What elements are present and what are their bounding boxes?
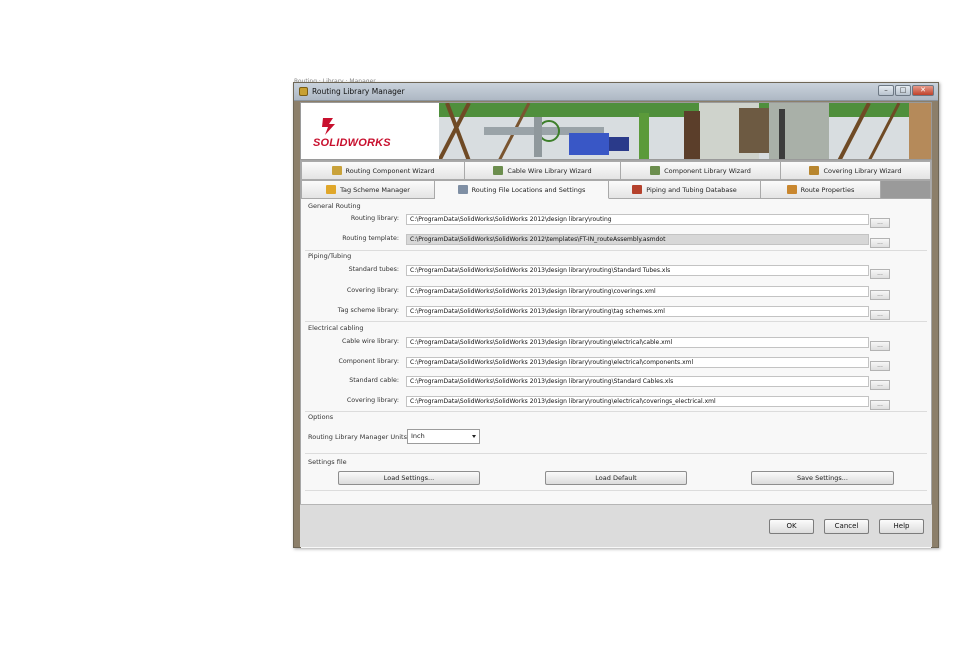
component-library-label: Component library: xyxy=(338,358,399,365)
file-settings-icon xyxy=(457,185,468,194)
tag-scheme-icon xyxy=(326,185,337,194)
tab-row-top: Routing Component Wizard Cable Wire Libr… xyxy=(301,161,931,180)
load-default-button[interactable]: Load Default xyxy=(545,471,687,485)
tab-label: Routing Component Wizard xyxy=(345,166,435,175)
title-bar: Routing Library Manager – □ ✕ xyxy=(294,83,938,101)
tab-route-properties[interactable]: Route Properties xyxy=(761,180,881,199)
routing-library-browse-button[interactable]: ... xyxy=(870,218,890,228)
window-title: Routing Library Manager xyxy=(312,87,405,96)
ds-logo-icon xyxy=(322,118,335,135)
piping-render-image xyxy=(439,103,931,159)
electrical-covering-library-label: Covering library: xyxy=(346,397,399,404)
tab-label: Route Properties xyxy=(800,185,855,194)
routing-template-field[interactable]: C:\ProgramData\SolidWorks\SolidWorks 201… xyxy=(406,234,869,245)
tab-cable-wire-library-wizard[interactable]: Cable Wire Library Wizard xyxy=(465,161,621,180)
minimize-button[interactable]: – xyxy=(878,85,894,96)
row-cable-wire-library: Cable wire library: C:\ProgramData\Solid… xyxy=(301,337,931,351)
covering-library-icon xyxy=(809,166,820,175)
cancel-button[interactable]: Cancel xyxy=(824,519,869,534)
standard-tubes-field[interactable]: C:\ProgramData\SolidWorks\SolidWorks 201… xyxy=(406,265,869,276)
tab-label: Piping and Tubing Database xyxy=(646,185,737,194)
chevron-down-icon xyxy=(472,435,476,438)
standard-cable-label: Standard cable: xyxy=(349,377,399,384)
routing-library-manager-window: Routing Library Manager – □ ✕ SOLIDWORKS xyxy=(293,82,939,548)
routing-template-browse-button[interactable]: ... xyxy=(870,238,890,248)
component-library-field[interactable]: C:\ProgramData\SolidWorks\SolidWorks 201… xyxy=(406,357,869,368)
units-dropdown[interactable]: Inch xyxy=(407,429,480,444)
logo-text: SOLIDWORKS xyxy=(313,137,391,149)
electrical-covering-library-field[interactable]: C:\ProgramData\SolidWorks\SolidWorks 201… xyxy=(406,396,869,407)
standard-cable-browse-button[interactable]: ... xyxy=(870,380,890,390)
window-controls: – □ ✕ xyxy=(877,85,934,97)
electrical-covering-library-browse-button[interactable]: ... xyxy=(870,400,890,410)
standard-tubes-browse-button[interactable]: ... xyxy=(870,269,890,279)
file-locations-content: General Routing Routing library: C:\Prog… xyxy=(301,199,931,548)
row-covering-library: Covering library: C:\ProgramData\SolidWo… xyxy=(301,286,931,300)
route-properties-icon xyxy=(786,185,797,194)
maximize-button[interactable]: □ xyxy=(895,85,911,96)
tab-piping-and-tubing-database[interactable]: Piping and Tubing Database xyxy=(609,180,761,199)
separator xyxy=(305,411,927,412)
solidworks-logo: SOLIDWORKS xyxy=(309,115,419,151)
piping-database-icon xyxy=(632,185,643,194)
help-button[interactable]: Help xyxy=(879,519,924,534)
covering-library-field[interactable]: C:\ProgramData\SolidWorks\SolidWorks 201… xyxy=(406,286,869,297)
cable-wire-library-label: Cable wire library: xyxy=(341,338,399,345)
tab-tag-scheme-manager[interactable]: Tag Scheme Manager xyxy=(301,180,435,199)
tab-label: Routing File Locations and Settings xyxy=(471,185,586,194)
cable-wire-icon xyxy=(493,166,504,175)
load-settings-button[interactable]: Load Settings... xyxy=(338,471,480,485)
app-icon xyxy=(299,87,308,96)
tag-scheme-library-label: Tag scheme library: xyxy=(337,307,399,314)
cable-wire-library-browse-button[interactable]: ... xyxy=(870,341,890,351)
tab-row-bottom: Tag Scheme Manager Routing File Location… xyxy=(301,180,931,199)
row-component-library: Component library: C:\ProgramData\SolidW… xyxy=(301,357,931,371)
row-routing-library: Routing library: C:\ProgramData\SolidWor… xyxy=(301,214,931,228)
group-settings-file: Settings file xyxy=(308,458,347,466)
component-library-icon xyxy=(650,166,661,175)
tab-component-library-wizard[interactable]: Component Library Wizard xyxy=(621,161,781,180)
group-general-routing: General Routing xyxy=(308,202,361,210)
tag-scheme-library-browse-button[interactable]: ... xyxy=(870,310,890,320)
routing-library-field[interactable]: C:\ProgramData\SolidWorks\SolidWorks 201… xyxy=(406,214,869,225)
routing-library-label: Routing library: xyxy=(350,215,399,222)
save-settings-button[interactable]: Save Settings... xyxy=(751,471,894,485)
covering-library-label: Covering library: xyxy=(346,287,399,294)
tab-routing-component-wizard[interactable]: Routing Component Wizard xyxy=(301,161,465,180)
banner: SOLIDWORKS xyxy=(300,102,932,160)
row-tag-scheme-library: Tag scheme library: C:\ProgramData\Solid… xyxy=(301,306,931,320)
standard-cable-field[interactable]: C:\ProgramData\SolidWorks\SolidWorks 201… xyxy=(406,376,869,387)
tab-filler xyxy=(881,180,931,199)
separator xyxy=(305,250,927,251)
units-value: Inch xyxy=(411,432,425,440)
tag-scheme-library-field[interactable]: C:\ProgramData\SolidWorks\SolidWorks 201… xyxy=(406,306,869,317)
component-library-browse-button[interactable]: ... xyxy=(870,361,890,371)
row-standard-tubes: Standard tubes: C:\ProgramData\SolidWork… xyxy=(301,265,931,279)
dialog-footer: OK Cancel Help xyxy=(300,504,932,547)
tab-label: Component Library Wizard xyxy=(664,166,751,175)
ok-button[interactable]: OK xyxy=(769,519,814,534)
tab-routing-file-locations-and-settings[interactable]: Routing File Locations and Settings xyxy=(435,180,609,199)
covering-library-browse-button[interactable]: ... xyxy=(870,290,890,300)
group-piping-tubing: Piping/Tubing xyxy=(308,252,352,260)
component-wizard-icon xyxy=(331,166,342,175)
group-electrical-cabling: Electrical cabling xyxy=(308,324,364,332)
tab-label: Cable Wire Library Wizard xyxy=(507,166,592,175)
main-panel: Routing Component Wizard Cable Wire Libr… xyxy=(300,160,932,548)
group-options: Options xyxy=(308,413,334,421)
separator xyxy=(305,321,927,322)
close-button[interactable]: ✕ xyxy=(912,85,934,96)
units-label: Routing Library Manager Units: xyxy=(308,433,410,441)
cable-wire-library-field[interactable]: C:\ProgramData\SolidWorks\SolidWorks 201… xyxy=(406,337,869,348)
routing-template-label: Routing template: xyxy=(342,235,399,242)
row-standard-cable: Standard cable: C:\ProgramData\SolidWork… xyxy=(301,376,931,390)
tab-label: Tag Scheme Manager xyxy=(340,185,410,194)
separator xyxy=(305,490,927,491)
row-routing-template: Routing template: C:\ProgramData\SolidWo… xyxy=(301,234,931,248)
tab-covering-library-wizard[interactable]: Covering Library Wizard xyxy=(781,161,931,180)
standard-tubes-label: Standard tubes: xyxy=(348,266,399,273)
row-electrical-covering-library: Covering library: C:\ProgramData\SolidWo… xyxy=(301,396,931,410)
tab-label: Covering Library Wizard xyxy=(823,166,902,175)
separator xyxy=(305,453,927,454)
